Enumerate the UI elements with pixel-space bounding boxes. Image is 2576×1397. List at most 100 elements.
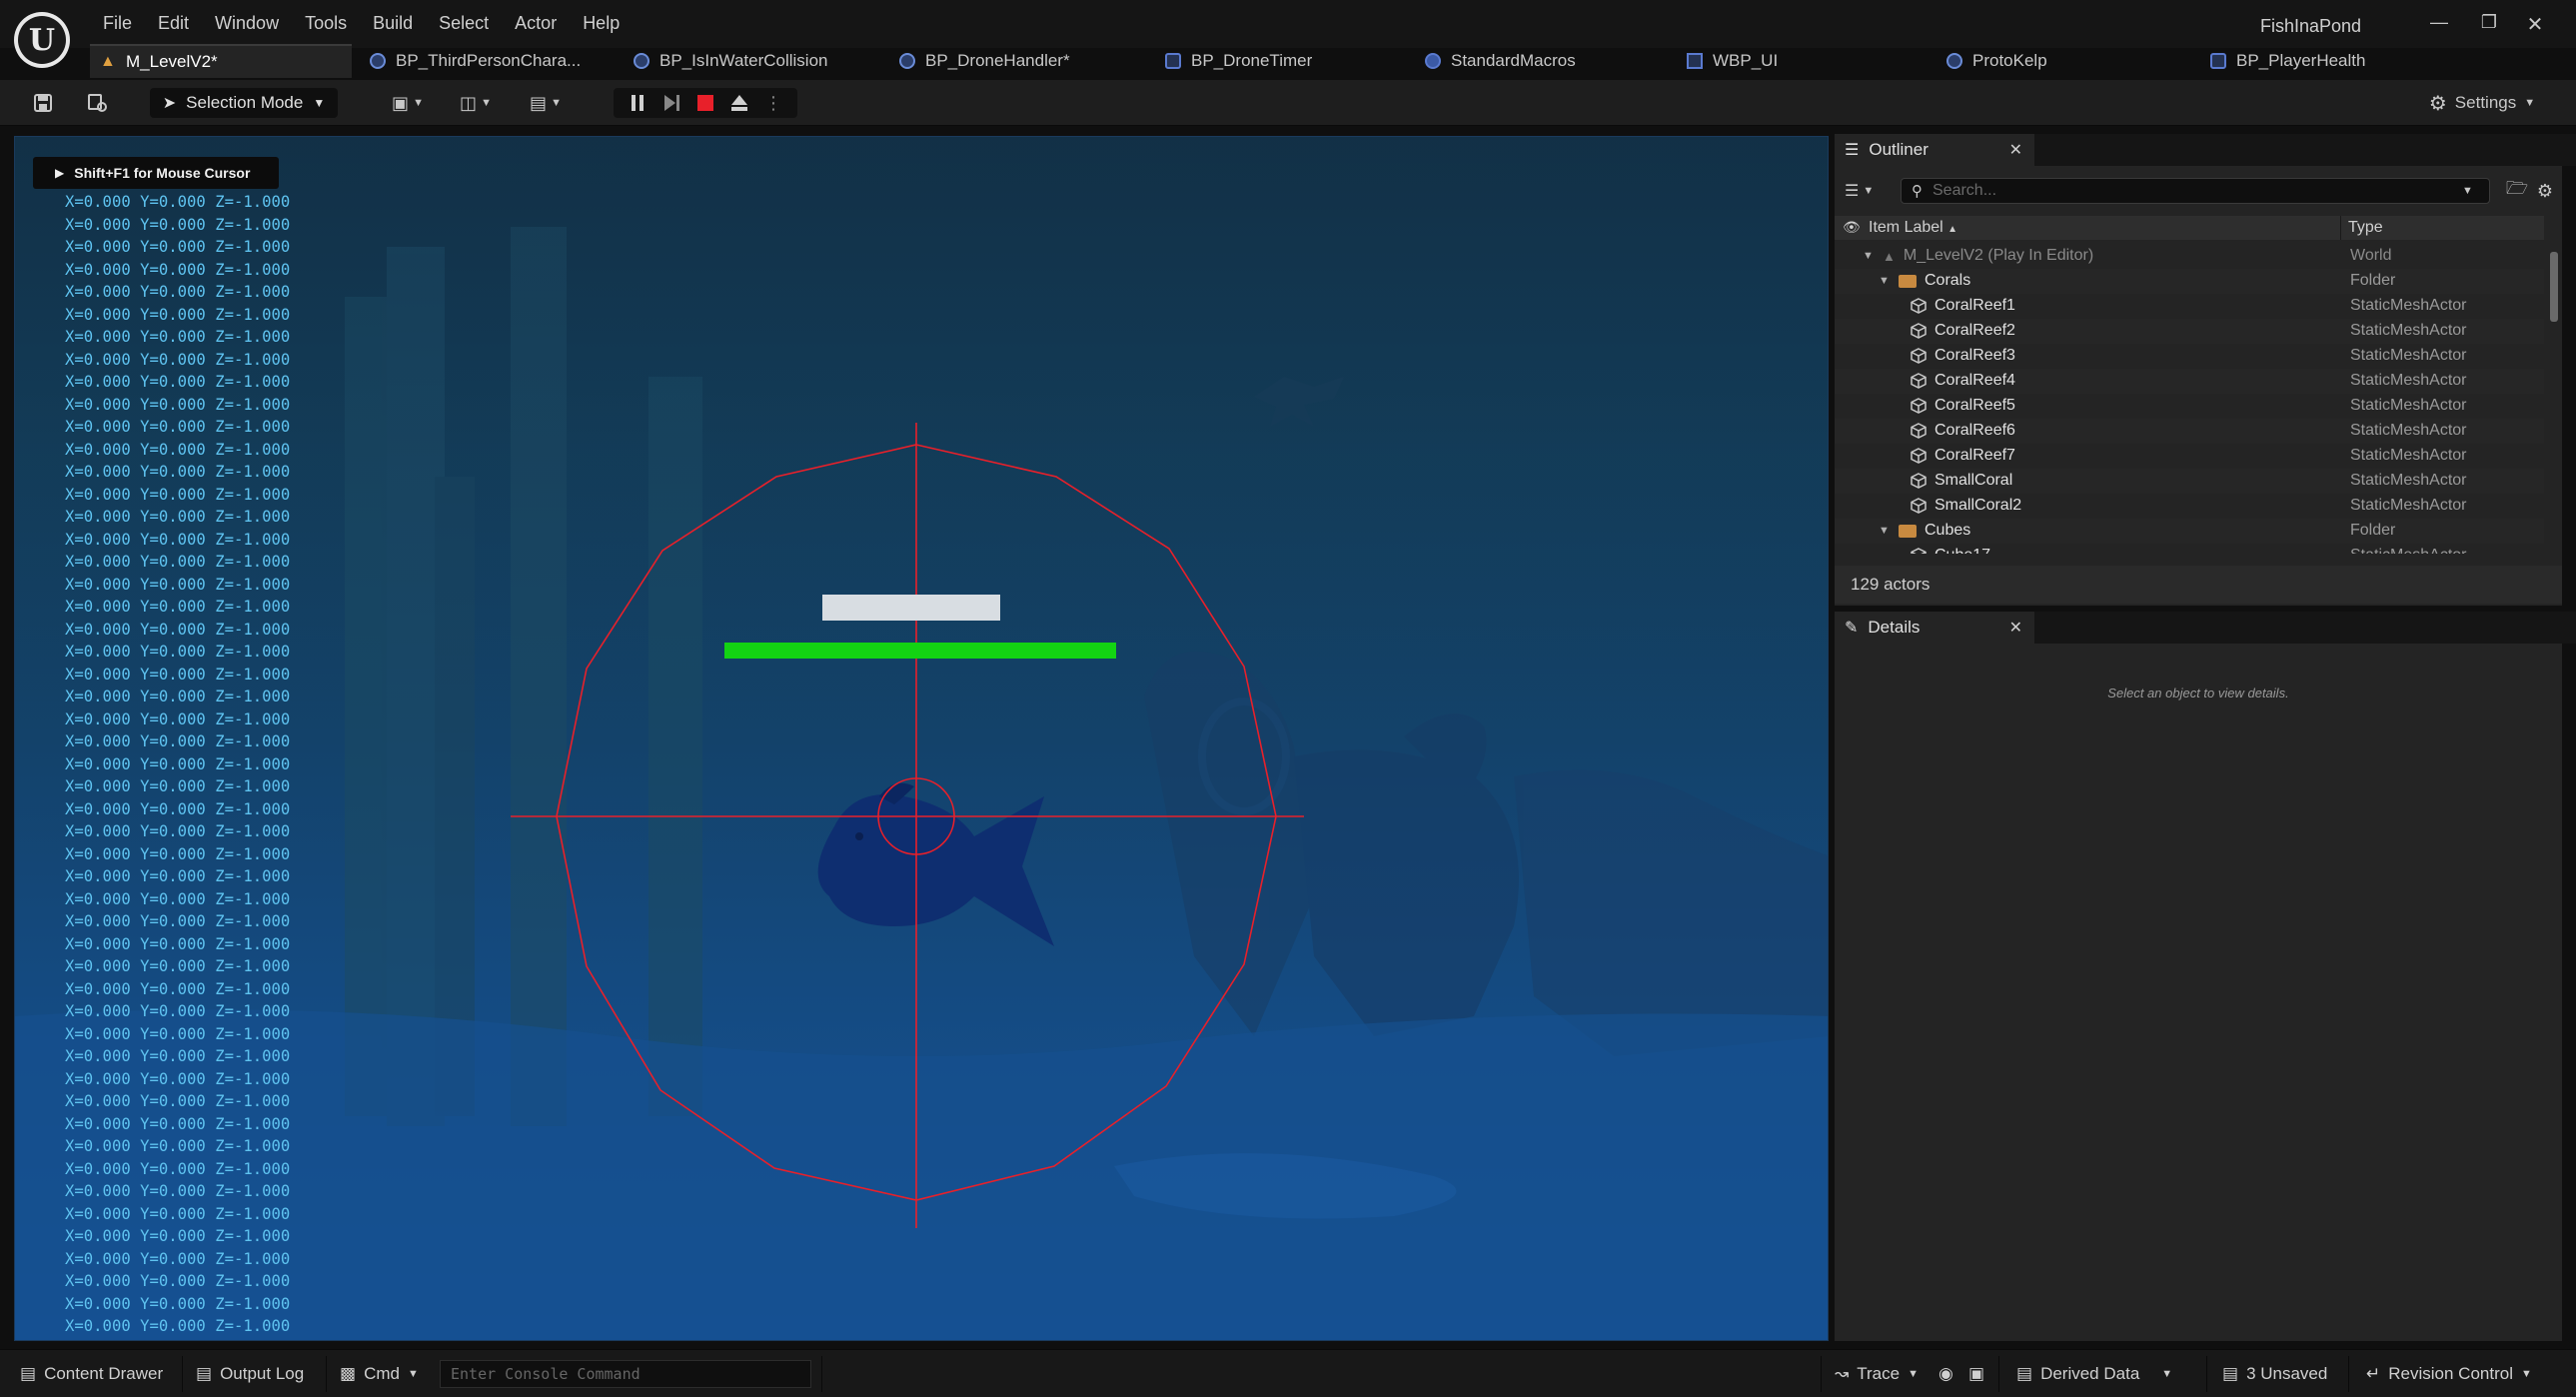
- tab-standardmacros[interactable]: StandardMacros: [1415, 44, 1665, 78]
- tab-bp-dronehandler[interactable]: BP_DroneHandler*: [889, 44, 1139, 78]
- level-viewport[interactable]: ▶ Shift+F1 for Mouse Cursor X=0.000 Y=0.…: [14, 136, 1829, 1341]
- outliner-actor-row[interactable]: CoralReef2 StaticMeshActor: [1835, 319, 2544, 344]
- column-divider[interactable]: [2340, 216, 2341, 240]
- outliner-actor-row[interactable]: Cube17 StaticMeshActor: [1835, 544, 2544, 554]
- cmd-dropdown[interactable]: ▩ Cmd ▼: [340, 1360, 419, 1388]
- tab-protokelp[interactable]: ProtoKelp: [1936, 44, 2186, 78]
- outliner-actor-row[interactable]: SmallCoral StaticMeshActor: [1835, 469, 2544, 494]
- pause-icon[interactable]: [621, 88, 654, 118]
- outliner-tab-label: Outliner: [1869, 140, 1929, 159]
- output-log-button[interactable]: ▤ Output Log: [196, 1360, 304, 1388]
- level-toolbar: ➤ Selection Mode ▼ ▣ ▼ ◫ ▼ ▤ ▼ ⋮ ⚙ Settings…: [0, 80, 2576, 126]
- outliner-search-input[interactable]: [1932, 182, 2452, 200]
- debug-line: X=0.000 Y=0.000 Z=-1.000: [65, 440, 291, 459]
- content-drawer-button[interactable]: ▤ Content Drawer: [20, 1360, 163, 1388]
- outliner-item-label: M_LevelV2 (Play In Editor): [1903, 247, 2094, 264]
- source-control-icon[interactable]: [82, 88, 112, 118]
- more-options-icon[interactable]: ⋮: [756, 88, 790, 118]
- tab-outliner[interactable]: ☰ Outliner ✕: [1835, 134, 2034, 166]
- settings-button[interactable]: ⚙ Settings ▼: [2422, 88, 2542, 118]
- chevron-down-icon: ▼: [1863, 185, 1875, 197]
- outliner-column-header: 👁 Item Label ▲ Type: [1835, 216, 2544, 240]
- menu-item-build[interactable]: Build: [360, 10, 426, 37]
- debug-line: X=0.000 Y=0.000 Z=-1.000: [65, 889, 291, 908]
- console-command-field[interactable]: [440, 1360, 811, 1388]
- debug-line: X=0.000 Y=0.000 Z=-1.000: [65, 979, 291, 998]
- derived-data-dropdown[interactable]: ▤ Derived Data ▼: [2016, 1360, 2172, 1388]
- menu-item-help[interactable]: Help: [570, 10, 633, 37]
- outliner-actor-row[interactable]: CoralReef4 StaticMeshActor: [1835, 369, 2544, 394]
- outliner-search[interactable]: ⚲ ▼: [1901, 178, 2490, 204]
- details-tab-label: Details: [1868, 618, 1921, 637]
- trace-dropdown[interactable]: ↝ Trace ▼: [1835, 1360, 1919, 1388]
- tab-bp-isinwatercollision[interactable]: BP_IsInWaterCollision: [624, 44, 873, 78]
- divider: [326, 1356, 327, 1392]
- step-frame-icon[interactable]: [654, 88, 688, 118]
- outliner-actor-row[interactable]: CoralReef6 StaticMeshActor: [1835, 419, 2544, 444]
- tab-label: WBP_UI: [1713, 51, 1779, 70]
- cinematics-menu-button[interactable]: ▤ ▼: [522, 88, 570, 118]
- menu-item-edit[interactable]: Edit: [145, 10, 202, 37]
- visibility-eye-icon[interactable]: 👁: [1843, 219, 1861, 236]
- restore-icon[interactable]: ❐: [2474, 12, 2504, 33]
- selection-mode-label: Selection Mode: [186, 93, 304, 112]
- menu-item-actor[interactable]: Actor: [502, 10, 570, 37]
- eject-icon[interactable]: [722, 88, 756, 118]
- debug-line: X=0.000 Y=0.000 Z=-1.000: [65, 709, 291, 728]
- tab-details[interactable]: ✎ Details ✕: [1835, 612, 2034, 644]
- debug-line: X=0.000 Y=0.000 Z=-1.000: [65, 1159, 291, 1178]
- unsaved-button[interactable]: ▤ 3 Unsaved: [2222, 1360, 2327, 1388]
- stop-icon[interactable]: [688, 88, 722, 118]
- outliner-folder-row[interactable]: ▼ Corals Folder: [1835, 269, 2544, 294]
- outliner-actor-row[interactable]: CoralReef5 StaticMeshActor: [1835, 394, 2544, 419]
- blueprints-menu-button[interactable]: ◫ ▼: [452, 88, 500, 118]
- function-blueprint-icon: [1165, 53, 1181, 69]
- debug-line: X=0.000 Y=0.000 Z=-1.000: [65, 350, 291, 369]
- save-icon[interactable]: [28, 88, 58, 118]
- mouse-cursor-hint-label: Shift+F1 for Mouse Cursor: [74, 165, 251, 181]
- outliner-search-row: ☰▼ ⚲ ▼ 🗁 ⚙: [1835, 176, 2562, 206]
- expand-arrow-icon[interactable]: ▼: [1879, 275, 1891, 287]
- menu-item-window[interactable]: Window: [202, 10, 292, 37]
- tab-bp-thirdpersonchara[interactable]: BP_ThirdPersonChara...: [360, 44, 610, 78]
- unreal-logo-icon[interactable]: U: [14, 12, 70, 68]
- column-item-label[interactable]: Item Label ▲: [1869, 219, 1957, 237]
- cmd-label: Cmd: [364, 1364, 400, 1383]
- outliner-actor-row[interactable]: CoralReef7 StaticMeshActor: [1835, 444, 2544, 469]
- filter-dropdown[interactable]: ☰ ▼: [1845, 178, 1885, 204]
- blueprint-graph-icon: ◫: [460, 92, 478, 113]
- outliner-world-row[interactable]: ▼ ▲ M_LevelV2 (Play In Editor) World: [1835, 244, 2544, 269]
- outliner-folder-row[interactable]: ▼ Cubes Folder: [1835, 519, 2544, 544]
- revision-control-dropdown[interactable]: ↵ Revision Control ▼: [2366, 1360, 2532, 1388]
- expand-arrow-icon[interactable]: ▼: [1879, 525, 1891, 537]
- close-window-icon[interactable]: ✕: [2520, 12, 2550, 37]
- close-icon[interactable]: ✕: [2009, 618, 2022, 638]
- menu-item-select[interactable]: Select: [426, 10, 502, 37]
- selection-mode-dropdown[interactable]: ➤ Selection Mode ▼: [150, 88, 338, 118]
- chevron-down-icon[interactable]: ▼: [2462, 185, 2473, 197]
- tab-bp-playerhealth[interactable]: BP_PlayerHealth: [2200, 44, 2450, 78]
- console-command-input[interactable]: [451, 1361, 800, 1387]
- menu-item-tools[interactable]: Tools: [292, 10, 360, 37]
- outliner-item-label: CoralReef3: [1934, 347, 2015, 364]
- gear-icon[interactable]: ⚙: [2534, 180, 2556, 202]
- record-icon[interactable]: ◉: [1938, 1360, 1953, 1388]
- tab-bp-dronetimer[interactable]: BP_DroneTimer: [1155, 44, 1405, 78]
- menu-item-file[interactable]: File: [90, 10, 145, 37]
- add-folder-icon[interactable]: 🗁: [2506, 178, 2528, 202]
- screenshot-icon[interactable]: ▣: [1968, 1360, 1984, 1388]
- outliner-scrollbar[interactable]: [2550, 252, 2558, 322]
- outliner-actor-row[interactable]: SmallCoral2 StaticMeshActor: [1835, 494, 2544, 519]
- tab-wbp-ui[interactable]: WBP_UI: [1677, 44, 1927, 78]
- column-type[interactable]: Type: [2348, 219, 2383, 237]
- outliner-actor-row[interactable]: CoralReef1 StaticMeshActor: [1835, 294, 2544, 319]
- debug-line: X=0.000 Y=0.000 Z=-1.000: [65, 1114, 291, 1133]
- close-icon[interactable]: ✕: [2009, 140, 2022, 160]
- expand-arrow-icon[interactable]: ▼: [1863, 250, 1875, 262]
- outliner-item-type: World: [2350, 247, 2392, 264]
- tab-m-levelv2[interactable]: ▲ M_LevelV2*: [90, 44, 352, 78]
- outliner-actor-row[interactable]: CoralReef3 StaticMeshActor: [1835, 344, 2544, 369]
- minimize-icon[interactable]: —: [2424, 12, 2454, 33]
- add-actor-button[interactable]: ▣ ▼: [384, 88, 432, 118]
- divider: [1998, 1356, 1999, 1392]
